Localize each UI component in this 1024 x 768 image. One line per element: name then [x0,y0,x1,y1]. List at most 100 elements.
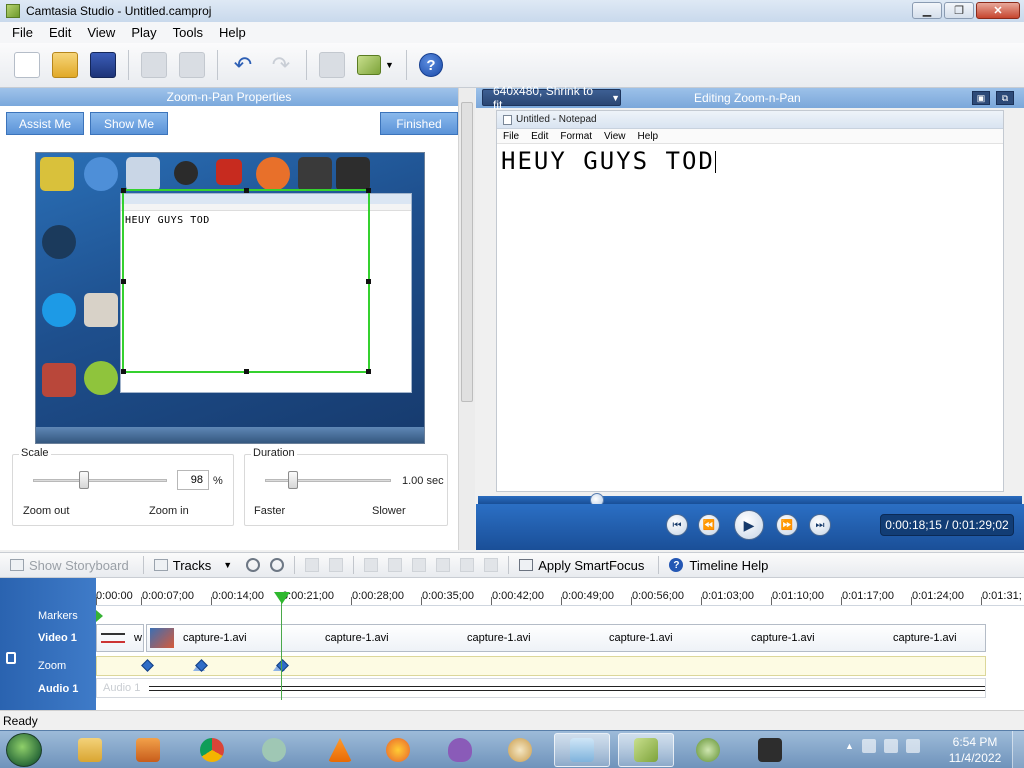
taskbar-network-app[interactable] [246,733,302,767]
volume-icon[interactable] [905,739,920,753]
taskbar-camtasia[interactable] [618,733,674,767]
help-icon: ? [669,558,684,572]
menu-play[interactable]: Play [131,25,156,40]
produce-dropdown-icon[interactable]: ▼ [385,60,394,70]
title-bar: Camtasia Studio - Untitled.camproj ▁ ❐ ✕ [0,0,1024,22]
screenshot-icon[interactable]: ▣ [972,91,990,105]
resize-handle[interactable] [366,369,371,374]
zoom-selection-rectangle[interactable] [121,188,371,374]
split-icon[interactable] [329,558,344,572]
clip-bin-icon[interactable] [319,52,345,78]
play-icon[interactable]: ▶ [734,510,764,540]
show-storyboard-button[interactable]: Show Storyboard [10,558,129,573]
restore-button[interactable]: ❐ [944,2,974,19]
notepad-menu-bar: File Edit Format View Help [497,129,1003,144]
tracks-dropdown[interactable]: Tracks ▼ [153,558,232,573]
redo-icon[interactable]: ↷ [268,52,294,78]
title-clip-icon[interactable] [460,558,475,572]
detach-preview-icon[interactable]: ⧉ [996,91,1014,105]
menu-view[interactable]: View [87,25,115,40]
menu-help[interactable]: Help [219,25,246,40]
close-button[interactable]: ✕ [976,2,1020,19]
jump-to-end-icon[interactable]: ⏭ [809,514,831,536]
import-media-icon[interactable] [141,52,167,78]
scale-value-input[interactable]: 98 [177,470,209,490]
taskbar-vlc[interactable] [312,733,368,767]
callout-icon[interactable] [388,558,403,572]
playhead[interactable] [274,592,290,604]
zoom-keyframe[interactable] [141,659,154,672]
show-me-button[interactable]: Show Me [90,112,168,135]
taskbar-player[interactable] [680,733,736,767]
taskbar-media-player[interactable] [120,733,176,767]
preview-canvas[interactable]: Untitled - Notepad File Edit Format View… [496,110,1004,492]
menu-edit[interactable]: Edit [49,25,71,40]
panel-header: Zoom-n-Pan Properties [0,88,458,106]
taskbar-paint[interactable] [492,733,548,767]
finished-button[interactable]: Finished [380,112,458,135]
taskbar-notepad[interactable] [554,733,610,767]
time-ruler[interactable]: 0:00:00 0:00:07;00 0:00:14;00 0:00:21;00… [96,578,1024,606]
video-clip[interactable]: w [96,624,144,652]
play-icon [696,738,720,762]
audio1-track[interactable]: Audio 1 [96,678,986,698]
audio1-track-label[interactable]: Audio 1 [0,678,96,700]
tray-overflow-icon[interactable]: ▲ [845,741,854,751]
zoom-in-icon[interactable] [246,558,261,572]
duration-slider-track[interactable] [265,479,391,482]
action-center-icon[interactable] [883,739,898,753]
help-icon[interactable]: ? [418,53,443,77]
transition-icon[interactable] [436,558,451,572]
video1-track-label[interactable]: Video 1 [0,627,96,649]
jump-to-start-icon[interactable]: ⏮ [666,514,688,536]
new-project-icon[interactable] [14,52,40,78]
show-desktop-button[interactable] [1012,731,1024,768]
open-folder-icon[interactable] [52,52,78,78]
taskbar-pidgin[interactable] [432,733,488,767]
apply-smartfocus-button[interactable]: Apply SmartFocus [519,558,644,573]
lock-icon[interactable] [6,652,16,664]
zoom-preview-thumbnail[interactable]: HEUY GUYS TOD [35,152,425,444]
taskbar-explorer[interactable] [62,733,118,767]
record-icon[interactable] [179,52,205,78]
scale-slider-track[interactable] [33,479,167,482]
save-icon[interactable] [90,52,116,78]
audio-icon[interactable] [412,558,427,572]
video-clip[interactable]: capture-1.avi capture-1.avi capture-1.av… [146,624,986,652]
resize-handle[interactable] [121,279,126,284]
fast-forward-icon[interactable]: ⏩ [776,514,798,536]
resize-handle[interactable] [244,369,249,374]
zoom-pan-icon[interactable] [364,558,379,572]
resize-handle[interactable] [366,279,371,284]
network-icon[interactable] [861,739,876,753]
resize-handle[interactable] [121,188,126,193]
menu-tools[interactable]: Tools [173,25,203,40]
seek-bar[interactable] [478,493,1022,507]
resize-handle[interactable] [366,188,371,193]
properties-scrollbar[interactable] [458,88,475,550]
rewind-icon[interactable]: ⏪ [698,514,720,536]
caption-icon[interactable] [484,558,499,572]
assist-me-button[interactable]: Assist Me [6,112,84,135]
system-clock[interactable]: 6:54 PM 11/4/2022 [940,734,1010,766]
resize-handle[interactable] [121,369,126,374]
undo-icon[interactable]: ↶ [230,52,256,78]
qbittorrent-icon [84,157,118,191]
menu-file[interactable]: File [12,25,33,40]
minimize-button[interactable]: ▁ [912,2,942,19]
taskbar-firefox[interactable] [370,733,426,767]
zoom-out-icon[interactable] [270,558,285,572]
scale-slider-thumb[interactable] [79,471,89,489]
taskbar-recorder[interactable] [742,733,798,767]
resize-handle[interactable] [244,188,249,193]
zoom-track[interactable] [96,656,986,676]
start-button[interactable] [6,733,42,767]
duration-slider-thumb[interactable] [288,471,298,489]
taskbar-chrome[interactable] [184,733,240,767]
timeline-help-button[interactable]: ? Timeline Help [669,558,768,573]
scrollbar-thumb[interactable] [461,102,473,402]
produce-share-icon[interactable] [357,55,381,75]
dimension-dropdown[interactable]: 640x480, Shrink to fit ▼ [482,84,621,112]
cut-icon[interactable] [305,558,320,572]
markers-track-label[interactable]: Markers [0,605,96,627]
